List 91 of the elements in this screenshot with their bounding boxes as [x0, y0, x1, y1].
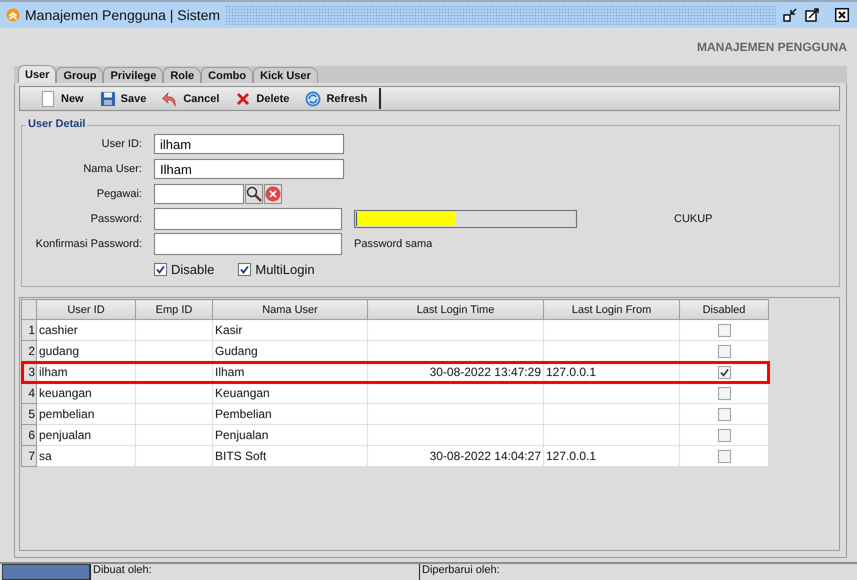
table-cell: 127.0.0.1 [544, 362, 680, 382]
delete-button[interactable]: Delete [229, 88, 296, 108]
page-heading: MANAJEMEN PENGGUNA [696, 40, 847, 54]
row-number: 7 [22, 446, 36, 466]
column-header: Last Login From [544, 300, 680, 320]
table-cell: Penjualan [212, 424, 368, 446]
column-header: Disabled [680, 300, 768, 320]
checkmark-icon [240, 264, 250, 274]
field-label: Nama User: [82, 163, 143, 175]
field-label: Konfirmasi Password: [34, 238, 143, 250]
close-button[interactable] [833, 6, 851, 24]
strength-reading: CUKUP [674, 213, 713, 225]
refresh-icon [305, 90, 322, 106]
search-button[interactable] [245, 184, 263, 204]
maximize-icon [805, 8, 819, 22]
checkbox[interactable] [718, 450, 730, 464]
updated-by-label: Diperbarui oleh: [419, 564, 748, 580]
table-cell: 30-08-2022 14:04:27 [368, 446, 544, 466]
restore-icon [783, 8, 797, 22]
checkbox[interactable] [718, 408, 730, 422]
table-cell: 127.0.0.1 [544, 446, 680, 466]
tab[interactable]: User [18, 65, 56, 83]
password-field[interactable] [154, 208, 342, 230]
table-cell: 30-08-2022 13:47:29 [368, 362, 544, 382]
row-number: 5 [22, 404, 36, 424]
restore-button[interactable] [781, 6, 799, 24]
table-row[interactable]: 6 penjualan Penjualan [22, 424, 768, 446]
row-number: 6 [22, 424, 36, 446]
table-cell: sa [36, 446, 136, 466]
row-number: 2 [22, 340, 36, 362]
field-label: Pegawai: [96, 188, 143, 200]
table-cell: pembelian [36, 404, 136, 424]
column-header: User ID [36, 300, 136, 320]
table-row[interactable]: 7 sa BITS Soft 30-08-2022 14:04:27 127.0.0.1 [22, 446, 768, 466]
table-row[interactable]: 5 pembelian Pembelian [22, 404, 768, 424]
table-cell: Keuangan [212, 382, 368, 404]
checkbox[interactable] [718, 324, 730, 338]
table-row[interactable]: 1 cashier Kasir [22, 320, 768, 340]
nama-user-field[interactable]: Ilham [154, 159, 344, 179]
table-row[interactable]: 2 gudang Gudang [22, 340, 768, 362]
close-icon [835, 8, 849, 22]
checkbox[interactable] [718, 387, 730, 400]
row-number: 3 [22, 362, 36, 382]
refresh-button[interactable]: Refresh [299, 88, 374, 108]
tab[interactable]: Group [56, 67, 104, 83]
table-cell: gudang [36, 340, 136, 362]
field-label: User ID: [100, 138, 143, 150]
column-header: Last Login Time [368, 300, 544, 320]
match-note: Password sama [354, 238, 432, 250]
table-cell: Ilham [212, 362, 368, 382]
undo-arrow-icon [162, 90, 178, 106]
app-logo-icon [6, 8, 20, 22]
tab[interactable]: Kick User [253, 67, 318, 83]
table-cell: keuangan [36, 382, 136, 404]
field-label: Password: [90, 213, 143, 225]
checkbox[interactable] [718, 345, 730, 358]
row-number: 1 [22, 320, 36, 340]
maximize-button[interactable] [803, 6, 821, 24]
window-title: Manajemen Pengguna | Sistem [25, 7, 220, 23]
table-cell: Pembelian [212, 404, 368, 424]
search-icon [246, 186, 262, 202]
table-cell: BITS Soft [212, 446, 368, 466]
new-button[interactable]: New [34, 88, 90, 108]
table-cell: cashier [36, 320, 136, 340]
column-header: Nama User [212, 300, 368, 320]
checkbox[interactable]: Disable [154, 262, 214, 276]
created-by-label: Dibuat oleh: [90, 564, 419, 580]
table-cell: Kasir [212, 320, 368, 340]
table-cell: penjualan [36, 424, 136, 446]
table-cell: ilham [36, 362, 136, 382]
cross-icon [235, 90, 252, 106]
table-cell: Gudang [212, 340, 368, 362]
tab[interactable]: Privilege [103, 67, 164, 83]
clear-button[interactable] [264, 184, 282, 204]
row-number: 4 [22, 382, 36, 404]
checkmark-icon [156, 264, 165, 274]
confirm-password-field[interactable] [154, 233, 342, 255]
page-icon [40, 90, 56, 106]
checkbox[interactable]: MultiLogin [238, 262, 315, 276]
checkmark-icon [720, 368, 728, 378]
clear-icon [265, 186, 281, 202]
tab[interactable]: Role [163, 67, 202, 83]
tab[interactable]: Combo [201, 67, 254, 83]
column-header: Emp ID [136, 300, 212, 320]
table-row[interactable]: 4 keuangan Keuangan [22, 382, 768, 404]
group-title: User Detail [26, 118, 88, 130]
user-id-field[interactable]: ilham [154, 134, 344, 154]
pegawai-field[interactable] [154, 184, 244, 204]
cancel-button[interactable]: Cancel [156, 88, 226, 108]
checkbox[interactable] [718, 429, 730, 442]
save-button[interactable]: Save [94, 88, 152, 108]
